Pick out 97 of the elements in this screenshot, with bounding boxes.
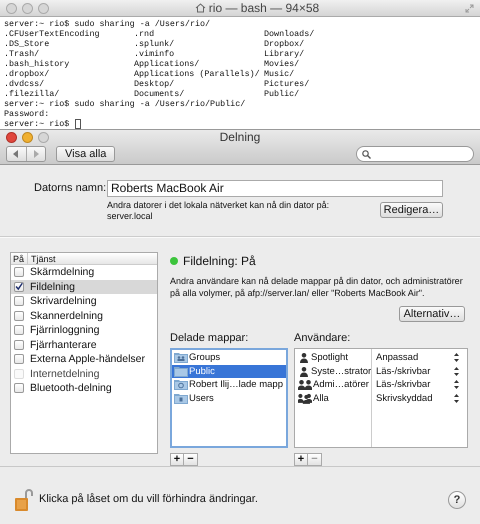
user-name: Syste…strator	[311, 364, 372, 378]
checkbox[interactable]	[14, 325, 24, 336]
terminal-text: Downloads/	[264, 29, 316, 39]
terminal-text: Library/	[264, 49, 306, 59]
shared-folder-icon	[174, 379, 188, 390]
home-icon	[194, 3, 206, 13]
checkbox[interactable]	[14, 310, 24, 321]
terminal-text: .viminfo	[134, 49, 176, 59]
column-header[interactable]: Tjänst	[28, 253, 56, 264]
back-icon[interactable]	[12, 150, 20, 158]
person-icon	[298, 352, 310, 364]
forward-icon[interactable]	[32, 150, 40, 158]
network-note: Andra datorer i det lokala nätverket kan nå din dator på:	[107, 200, 330, 211]
service-item[interactable]: Fjärrinloggning	[30, 323, 100, 338]
terminal-text: .bash_history	[4, 59, 70, 69]
terminal-text: Applications (Parallels)/	[134, 69, 261, 79]
window-title: rio — bash — 94×58	[208, 0, 320, 17]
zoom-button[interactable]	[38, 2, 49, 14]
navigation-buttons[interactable]	[6, 146, 46, 162]
help-button[interactable]: ?	[448, 490, 466, 508]
status-title: Fildelning: På	[183, 253, 256, 270]
checkbox[interactable]	[14, 383, 24, 394]
service-item[interactable]: Skannerdelning	[30, 308, 103, 323]
terminal-text: .Trash/	[4, 49, 40, 59]
checkbox[interactable]	[14, 354, 24, 364]
terminal-text: server:~ rio$ sudo sharing -a /Users/rio/	[4, 19, 210, 29]
checkbox[interactable]	[14, 267, 24, 278]
checkbox[interactable]	[14, 340, 24, 350]
user-name: Spotlight	[311, 351, 348, 364]
stepper-icon[interactable]	[454, 380, 459, 390]
status-description: Andra användare kan nå delade mappar på din dator, och administratörer på alla volymer, på afp://server.lan/ eller "Roberts MacBook Air".	[170, 275, 464, 299]
service-item[interactable]: Bluetooth-delning	[30, 381, 112, 396]
folder-icon	[174, 366, 188, 377]
show-all-button[interactable]: Visa alla	[56, 146, 116, 162]
zoom-button[interactable]	[38, 132, 49, 143]
folder-item[interactable]: Users	[172, 392, 286, 405]
text-cursor	[75, 119, 82, 129]
terminal-text: .filezilla/	[4, 89, 60, 99]
service-item[interactable]: Skärmdelning	[30, 265, 94, 280]
terminal-text: Music/	[264, 69, 296, 79]
close-button[interactable]	[6, 132, 17, 143]
stepper-icon[interactable]	[454, 394, 459, 403]
terminal-text: Public/	[264, 89, 300, 99]
terminal-text: Documents/	[134, 89, 186, 99]
stepper-icon[interactable]	[454, 353, 459, 362]
local-address: server.local	[107, 211, 154, 222]
permission-popup[interactable]: Läs-/skrivbar	[376, 378, 454, 392]
stepper-icon[interactable]	[454, 366, 459, 376]
terminal-text: Dropbox/	[264, 39, 306, 49]
terminal-text: .dvdcss/	[4, 79, 46, 89]
options-button[interactable]: Alternativ…	[399, 306, 465, 322]
add-button[interactable]: +	[294, 453, 308, 466]
search-field[interactable]	[356, 146, 474, 162]
window-title: Delning	[220, 129, 260, 146]
checkbox[interactable]	[14, 282, 24, 292]
terminal-text: Movies/	[264, 59, 300, 69]
remove-button[interactable]: −	[184, 453, 198, 466]
folder-item[interactable]: Robert Ilij…lade mapp	[172, 378, 286, 392]
padlock-icon[interactable]	[14, 488, 34, 512]
terminal-text: .splunk/	[134, 39, 176, 49]
permission-popup[interactable]: Läs-/skrivbar	[376, 364, 454, 378]
minimize-button[interactable]	[22, 2, 33, 14]
person-icon	[298, 366, 310, 377]
terminal-text: Desktop/	[134, 79, 176, 89]
computer-name-field[interactable]: Roberts MacBook Air	[107, 180, 443, 197]
service-item[interactable]: Externa Apple-händelser	[30, 352, 145, 366]
shared-folders-label: Delade mappar:	[170, 332, 250, 345]
service-item[interactable]: Fjärrhanterare	[30, 338, 97, 352]
edit-button[interactable]: Redigera…	[380, 202, 443, 218]
checkbox[interactable]	[14, 296, 24, 306]
crowd-icon	[298, 392, 312, 404]
terminal-text: .CFUserTextEncoding	[4, 29, 100, 39]
folder-item[interactable]: Public	[172, 364, 286, 378]
permission-popup[interactable]: Anpassad	[376, 351, 454, 364]
minimize-button[interactable]	[22, 132, 33, 143]
column-header[interactable]: På	[11, 253, 28, 264]
add-button[interactable]: +	[170, 453, 184, 466]
people-icon	[298, 379, 312, 390]
service-item[interactable]: Skrivardelning	[30, 294, 97, 308]
terminal-text: server:~ rio$ sudo sharing -a /Users/rio/Public/	[4, 99, 246, 109]
users-folder-icon	[174, 392, 188, 404]
terminal-text: Applications/	[134, 59, 200, 69]
terminal-text: .rnd	[134, 29, 156, 39]
search-icon	[362, 150, 371, 158]
terminal-text: server:~ rio$	[4, 119, 70, 129]
user-name: Admi…atörer	[313, 378, 369, 392]
user-name: Alla	[313, 392, 329, 405]
fullscreen-icon[interactable]	[465, 4, 474, 12]
terminal-text: .dropbox/	[4, 69, 50, 79]
users-label: Användare:	[294, 332, 352, 345]
terminal-text: Password:	[4, 109, 50, 119]
lock-hint: Klicka på låset om du vill förhindra ändringar.	[39, 492, 258, 508]
permission-popup[interactable]: Skrivskyddad	[376, 392, 454, 405]
terminal-text: Pictures/	[264, 79, 310, 89]
terminal-text: .DS_Store	[4, 39, 50, 49]
group-folder-icon	[174, 352, 188, 364]
folder-item[interactable]: Groups	[172, 351, 286, 364]
